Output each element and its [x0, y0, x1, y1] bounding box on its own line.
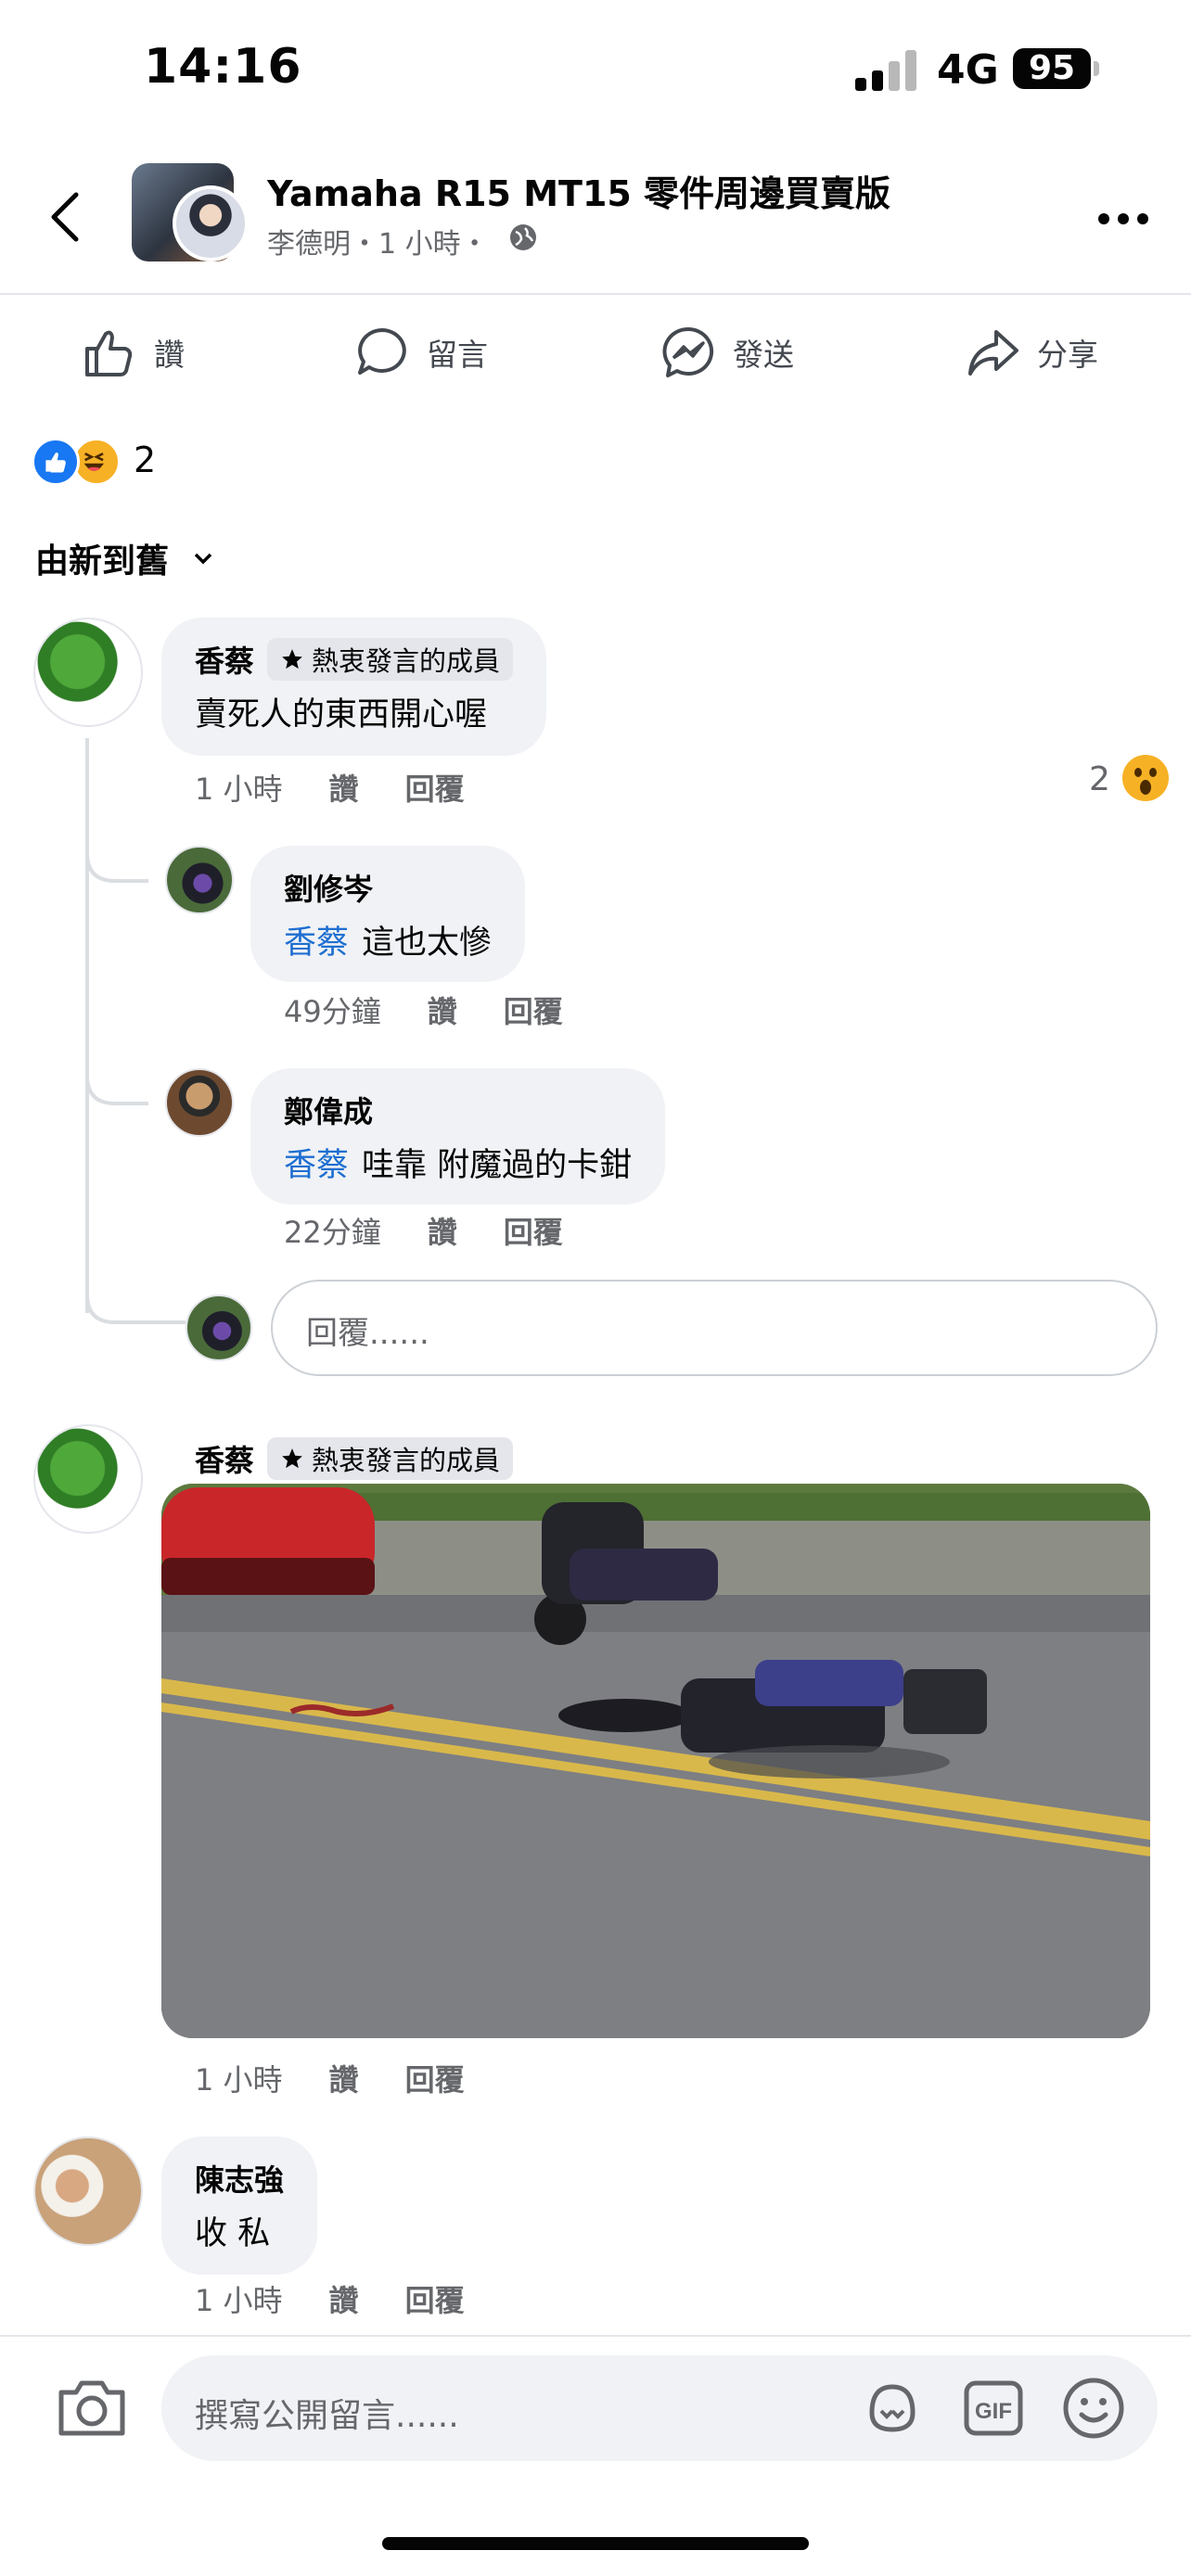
comment-reply-link[interactable]: 回覆	[405, 766, 465, 809]
wow-reaction-icon[interactable]	[1122, 755, 1169, 801]
reply-reply-link[interactable]: 回覆	[504, 1209, 563, 1252]
comment-time: 1 小時	[195, 2283, 283, 2318]
home-indicator	[382, 2537, 809, 2550]
group-title[interactable]: Yamaha R15 MT15 零件周邊買賣版	[267, 165, 890, 216]
comment-time: 1 小時	[195, 772, 283, 807]
reply-text: 這也太慘	[362, 925, 493, 962]
comment-meta: 1 小時 讚 回覆	[195, 2057, 465, 2099]
globe-icon	[510, 224, 536, 250]
signal-icon	[855, 48, 918, 91]
thread-connector	[85, 1257, 186, 1324]
like-button[interactable]: 讚	[82, 315, 185, 389]
reaction-count[interactable]: 2	[134, 440, 156, 480]
comment-meta: 1 小時 讚 回覆	[195, 2277, 465, 2320]
comment-reply-link[interactable]: 回覆	[405, 2277, 465, 2320]
member-badge: 熱衷發言的成員	[267, 1437, 514, 1480]
comment-author[interactable]: 陳志強	[195, 2157, 284, 2200]
header-divider	[0, 293, 1191, 295]
reply-bubble: 劉修岑 香蔡 這也太慘	[250, 846, 526, 982]
chevron-down-icon	[194, 553, 212, 565]
like-reaction-icon[interactable]	[32, 438, 80, 486]
reply-time: 49分鐘	[284, 994, 381, 1029]
composer-divider	[0, 2335, 1191, 2337]
status-time: 14:16	[144, 39, 302, 95]
commenter-avatar[interactable]	[33, 618, 143, 727]
reply-meta: 22分鐘 讚 回覆	[284, 1209, 563, 1252]
messenger-icon	[662, 326, 714, 377]
like-icon	[85, 330, 133, 376]
avatar-sticker-icon[interactable]	[859, 2376, 926, 2442]
comment-icon	[358, 328, 406, 375]
my-avatar	[186, 1294, 252, 1361]
camera-icon[interactable]	[56, 2374, 128, 2439]
mention-link[interactable]: 香蔡	[284, 925, 349, 962]
reply-input[interactable]: 回覆......	[271, 1280, 1158, 1376]
comment-reply-link[interactable]: 回覆	[405, 2057, 465, 2099]
sort-dropdown[interactable]: 由新到舊	[35, 534, 213, 582]
comment-bubble: 香蔡 熱衷發言的成員 賣死人的東西開心喔	[161, 618, 547, 756]
star-icon	[282, 649, 302, 670]
comment-header: 香蔡 熱衷發言的成員	[195, 1437, 514, 1480]
battery-cap	[1094, 61, 1099, 76]
reply-text: 哇靠 附魔過的卡鉗	[362, 1147, 633, 1184]
reply-like-link[interactable]: 讚	[428, 1209, 457, 1252]
member-badge: 熱衷發言的成員	[267, 638, 514, 681]
reply-avatar[interactable]	[165, 846, 234, 914]
comment-photo[interactable]	[161, 1484, 1150, 2038]
comment-like-link[interactable]: 讚	[329, 2277, 359, 2320]
like-label: 讚	[154, 337, 185, 373]
comment-author[interactable]: 香蔡	[195, 1437, 254, 1480]
share-label: 分享	[1037, 337, 1098, 373]
thread-connector	[85, 816, 148, 883]
reply-reply-link[interactable]: 回覆	[504, 988, 563, 1031]
gif-icon[interactable]: GIF	[963, 2378, 1024, 2439]
back-icon[interactable]	[46, 189, 83, 245]
reply-time: 22分鐘	[284, 1215, 381, 1250]
network-label: 4G	[937, 46, 999, 94]
reply-bubble: 鄭偉成 香蔡 哇靠 附魔過的卡鉗	[250, 1068, 666, 1205]
comment-bubble: 陳志強 收 私	[161, 2136, 318, 2275]
battery-icon: 95	[1013, 48, 1091, 89]
comment-author[interactable]: 香蔡	[195, 638, 254, 681]
mention-link[interactable]: 香蔡	[284, 1147, 349, 1184]
commenter-avatar[interactable]	[33, 2136, 143, 2246]
star-icon	[282, 1448, 302, 1469]
comment-reaction-count[interactable]: 2	[1089, 760, 1110, 798]
comment-button[interactable]: 留言	[354, 315, 488, 389]
comment-label: 留言	[427, 337, 488, 373]
svg-text:GIF: GIF	[975, 2399, 1012, 2424]
comment-text: 賣死人的東西開心喔	[195, 696, 488, 733]
reply-avatar[interactable]	[165, 1068, 234, 1137]
comment-time: 1 小時	[195, 2062, 283, 2098]
more-icon[interactable]	[1096, 200, 1150, 237]
commenter-avatar[interactable]	[33, 1424, 143, 1534]
comment-like-link[interactable]: 讚	[329, 2057, 359, 2099]
share-button[interactable]: 分享	[965, 315, 1098, 389]
emoji-icon[interactable]	[1061, 2376, 1126, 2441]
reply-author[interactable]: 鄭偉成	[284, 1089, 373, 1131]
comment-text: 收 私	[195, 2215, 271, 2252]
reply-like-link[interactable]: 讚	[428, 988, 457, 1031]
comment-meta: 1 小時 讚 回覆	[195, 766, 465, 809]
reply-author[interactable]: 劉修岑	[284, 866, 373, 909]
sort-label: 由新到舊	[35, 542, 170, 580]
send-label: 發送	[733, 337, 794, 373]
composer-input[interactable]: 撰寫公開留言......	[195, 2389, 459, 2437]
thread-connector	[85, 1039, 148, 1105]
share-icon	[968, 330, 1018, 376]
poster-avatar[interactable]	[173, 185, 249, 261]
reply-meta: 49分鐘 讚 回覆	[284, 988, 563, 1031]
comment-like-link[interactable]: 讚	[329, 766, 359, 809]
send-button[interactable]: 發送	[660, 315, 794, 389]
post-subtitle: 李德明・1 小時・	[267, 228, 489, 261]
